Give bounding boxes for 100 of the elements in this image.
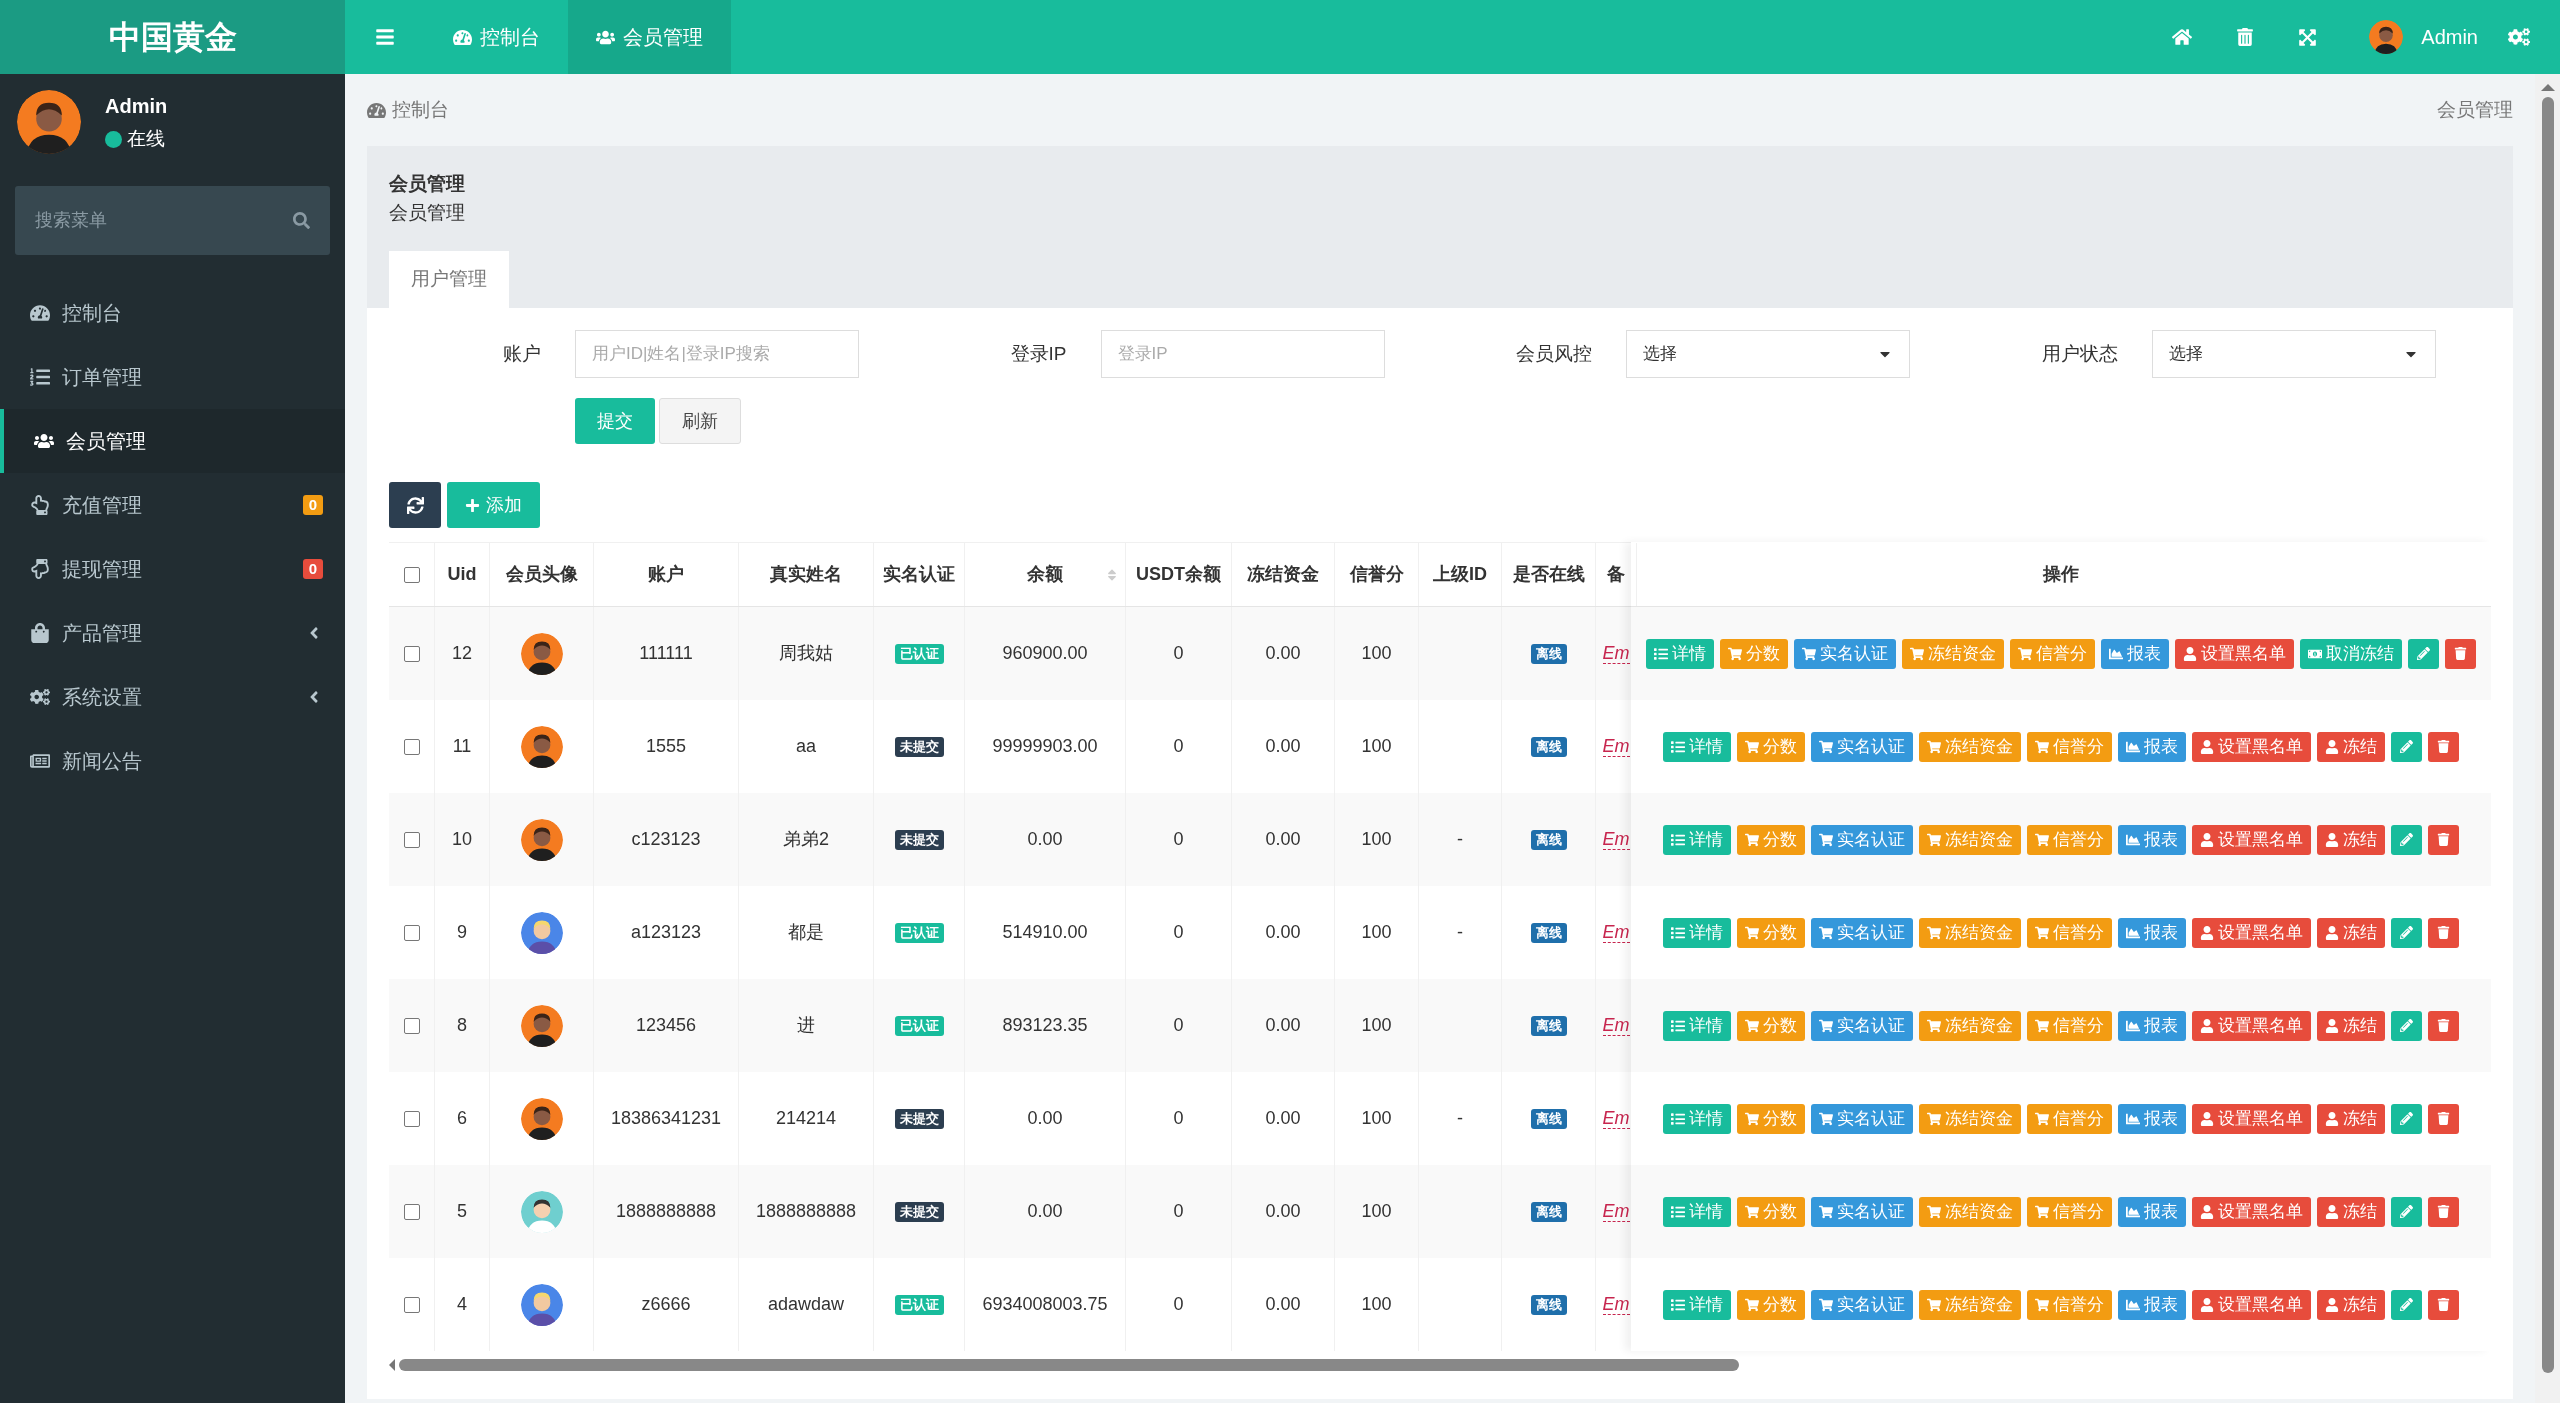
action-button[interactable]: 实名认证 bbox=[1811, 1196, 1913, 1227]
action-button[interactable]: 冻结资金 bbox=[1919, 824, 2021, 855]
action-button[interactable]: 冻结 bbox=[2317, 1010, 2385, 1041]
action-button[interactable]: 报表 bbox=[2118, 731, 2186, 762]
action-button[interactable]: 详情 bbox=[1663, 917, 1731, 948]
action-button[interactable]: 实名认证 bbox=[1811, 917, 1913, 948]
search-field[interactable]: 搜索菜单 bbox=[15, 186, 330, 255]
remark-link[interactable]: Em bbox=[1602, 922, 1630, 943]
checkbox[interactable] bbox=[403, 831, 420, 848]
edit-button[interactable] bbox=[2391, 1010, 2422, 1041]
action-button[interactable]: 冻结资金 bbox=[1919, 917, 2021, 948]
action-button[interactable]: 实名认证 bbox=[1811, 1289, 1913, 1320]
action-button[interactable]: 报表 bbox=[2118, 1196, 2186, 1227]
action-button[interactable]: 信誉分 bbox=[2010, 638, 2095, 669]
remark-link[interactable]: Em bbox=[1602, 736, 1630, 757]
form-button[interactable]: 提交 bbox=[575, 398, 655, 444]
edit-button[interactable] bbox=[2408, 638, 2439, 669]
add-button[interactable]: 添加 bbox=[447, 482, 540, 528]
sidebar-item[interactable]: 控制台 bbox=[0, 281, 345, 345]
select-field[interactable]: 选择 bbox=[2151, 330, 2436, 378]
action-button[interactable]: 实名认证 bbox=[1811, 824, 1913, 855]
action-button[interactable]: 报表 bbox=[2101, 638, 2169, 669]
action-button[interactable]: 设置黑名单 bbox=[2192, 1103, 2311, 1134]
scroll-up-icon[interactable] bbox=[2540, 84, 2555, 91]
edit-button[interactable] bbox=[2391, 1289, 2422, 1320]
action-button[interactable]: 分数 bbox=[1737, 1010, 1805, 1041]
action-button[interactable]: 实名认证 bbox=[1811, 731, 1913, 762]
form-button[interactable]: 刷新 bbox=[659, 398, 741, 444]
action-button[interactable]: 实名认证 bbox=[1811, 1103, 1913, 1134]
action-button[interactable]: 冻结资金 bbox=[1919, 1289, 2021, 1320]
remark-link[interactable]: Em bbox=[1602, 643, 1630, 664]
action-button[interactable]: 分数 bbox=[1720, 638, 1788, 669]
vertical-scrollbar[interactable] bbox=[2541, 97, 2554, 1373]
action-button[interactable]: 实名认证 bbox=[1811, 1010, 1913, 1041]
remark-link[interactable]: Em bbox=[1602, 1294, 1630, 1315]
action-button[interactable]: 设置黑名单 bbox=[2192, 1010, 2311, 1041]
delete-button[interactable] bbox=[2428, 824, 2459, 855]
action-button[interactable]: 设置黑名单 bbox=[2192, 824, 2311, 855]
sidebar-item[interactable]: 订单管理 bbox=[0, 345, 345, 409]
filter-input[interactable]: 登录IP bbox=[1100, 330, 1385, 378]
refresh-button[interactable] bbox=[389, 482, 441, 528]
action-button[interactable]: 冻结资金 bbox=[1902, 638, 2004, 669]
action-button[interactable]: 分数 bbox=[1737, 824, 1805, 855]
trash-icon[interactable] bbox=[2236, 28, 2255, 46]
delete-button[interactable] bbox=[2428, 731, 2459, 762]
action-button[interactable]: 详情 bbox=[1663, 731, 1731, 762]
sidebar-item[interactable]: 会员管理 bbox=[0, 409, 345, 473]
action-button[interactable]: 信誉分 bbox=[2027, 731, 2112, 762]
delete-button[interactable] bbox=[2428, 1289, 2459, 1320]
delete-button[interactable] bbox=[2428, 1196, 2459, 1227]
action-button[interactable]: 设置黑名单 bbox=[2192, 917, 2311, 948]
checkbox[interactable] bbox=[403, 645, 420, 662]
action-button[interactable]: 详情 bbox=[1646, 638, 1714, 669]
horizontal-scrollbar[interactable] bbox=[399, 1359, 1739, 1371]
action-button[interactable]: 设置黑名单 bbox=[2192, 1289, 2311, 1320]
delete-button[interactable] bbox=[2428, 917, 2459, 948]
checkbox[interactable] bbox=[403, 1017, 420, 1034]
checkbox[interactable] bbox=[403, 566, 420, 583]
remark-link[interactable]: Em bbox=[1602, 1201, 1630, 1222]
action-button[interactable]: 报表 bbox=[2118, 1010, 2186, 1041]
remark-link[interactable]: Em bbox=[1602, 829, 1630, 850]
action-button[interactable]: 冻结资金 bbox=[1919, 1010, 2021, 1041]
home-icon[interactable] bbox=[2172, 27, 2193, 47]
edit-button[interactable] bbox=[2391, 824, 2422, 855]
action-button[interactable]: 报表 bbox=[2118, 917, 2186, 948]
checkbox[interactable] bbox=[403, 738, 420, 755]
settings-icon[interactable] bbox=[2508, 26, 2530, 48]
action-button[interactable]: 取消冻结 bbox=[2300, 638, 2402, 669]
sidebar-item[interactable]: 充值管理 0 bbox=[0, 473, 345, 537]
action-button[interactable]: 报表 bbox=[2118, 824, 2186, 855]
edit-button[interactable] bbox=[2391, 1196, 2422, 1227]
sidebar-item[interactable]: 提现管理 0 bbox=[0, 537, 345, 601]
action-button[interactable]: 报表 bbox=[2118, 1103, 2186, 1134]
action-button[interactable]: 详情 bbox=[1663, 1196, 1731, 1227]
action-button[interactable]: 分数 bbox=[1737, 1196, 1805, 1227]
fullscreen-icon[interactable] bbox=[2298, 27, 2318, 47]
checkbox[interactable] bbox=[403, 1203, 420, 1220]
edit-button[interactable] bbox=[2391, 917, 2422, 948]
edit-button[interactable] bbox=[2391, 1103, 2422, 1134]
action-button[interactable]: 冻结 bbox=[2317, 1103, 2385, 1134]
action-button[interactable]: 设置黑名单 bbox=[2192, 1196, 2311, 1227]
action-button[interactable]: 冻结 bbox=[2317, 731, 2385, 762]
action-button[interactable]: 详情 bbox=[1663, 824, 1731, 855]
action-button[interactable]: 冻结 bbox=[2317, 824, 2385, 855]
sidebar-item[interactable]: 系统设置 bbox=[0, 665, 345, 729]
delete-button[interactable] bbox=[2428, 1010, 2459, 1041]
action-button[interactable]: 冻结资金 bbox=[1919, 1103, 2021, 1134]
brand-logo[interactable]: 中国黄金 bbox=[0, 0, 345, 74]
action-button[interactable]: 信誉分 bbox=[2027, 1289, 2112, 1320]
action-button[interactable]: 分数 bbox=[1737, 1289, 1805, 1320]
remark-link[interactable]: Em bbox=[1602, 1108, 1630, 1129]
action-button[interactable]: 分数 bbox=[1737, 731, 1805, 762]
remark-link[interactable]: Em bbox=[1602, 1015, 1630, 1036]
action-button[interactable]: 信誉分 bbox=[2027, 917, 2112, 948]
action-button[interactable]: 信誉分 bbox=[2027, 1196, 2112, 1227]
menu-icon[interactable] bbox=[375, 27, 395, 47]
action-button[interactable]: 冻结资金 bbox=[1919, 1196, 2021, 1227]
sidebar-item[interactable]: 产品管理 bbox=[0, 601, 345, 665]
action-button[interactable]: 冻结 bbox=[2317, 1289, 2385, 1320]
action-button[interactable]: 冻结 bbox=[2317, 1196, 2385, 1227]
